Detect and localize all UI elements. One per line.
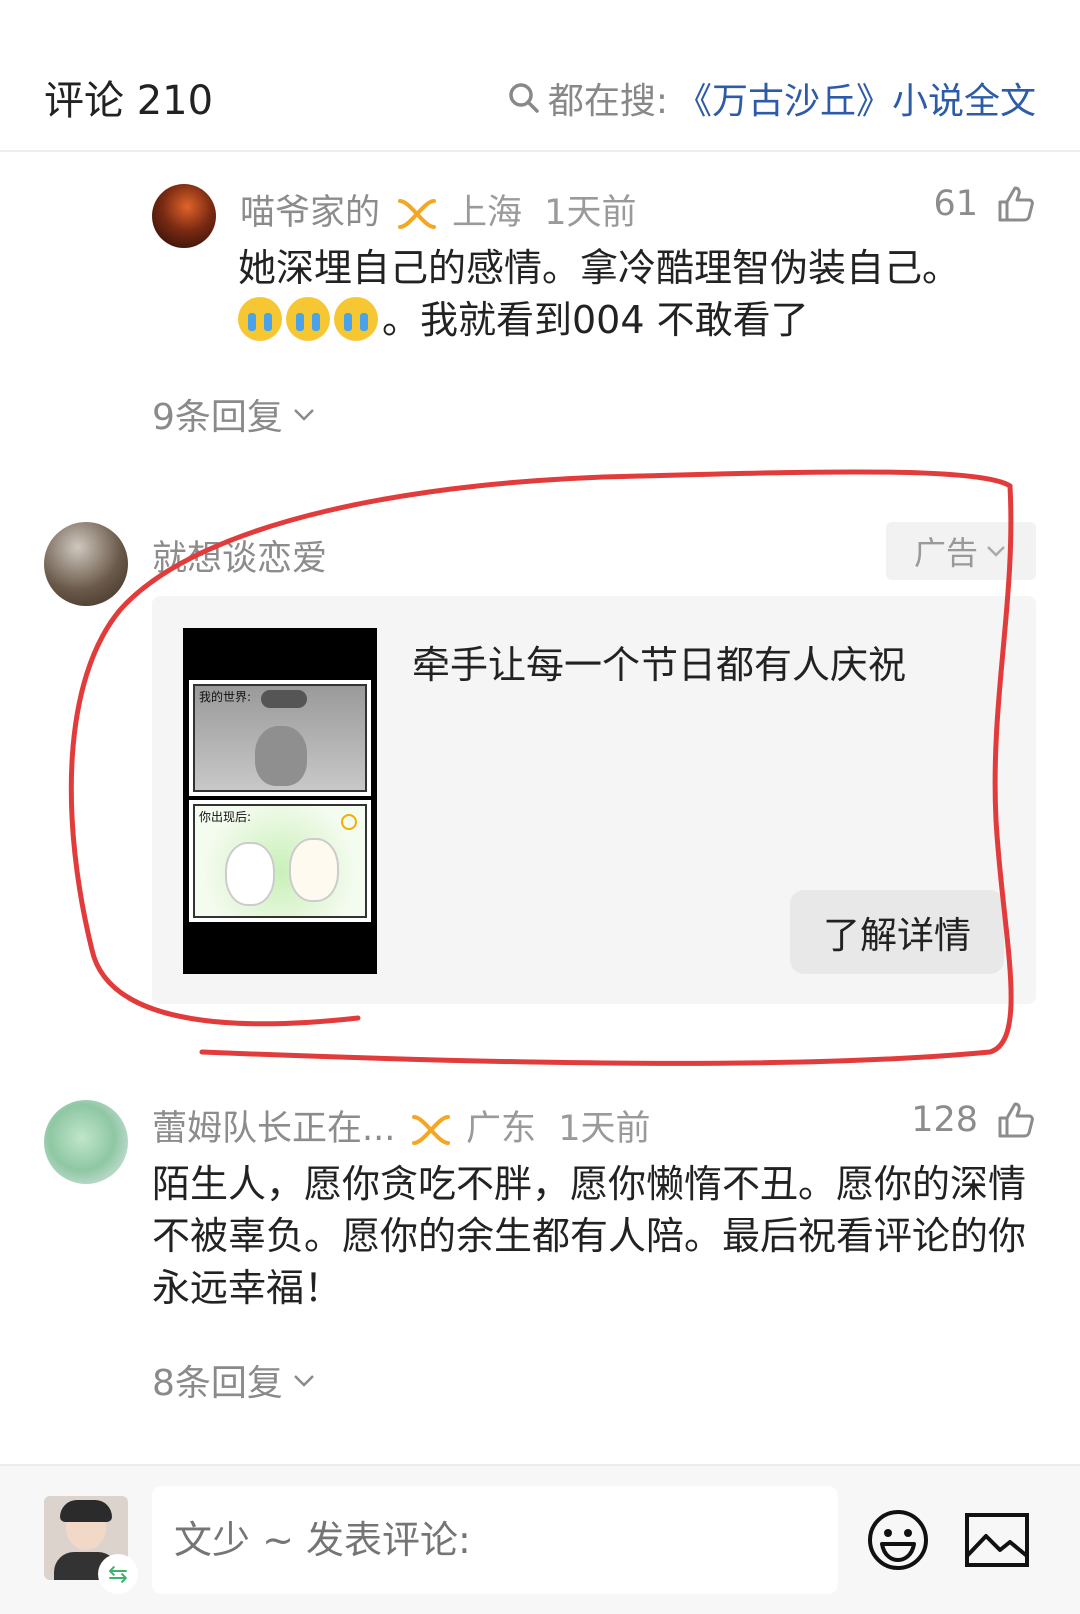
like-count: 128	[911, 1100, 978, 1140]
ad-title[interactable]: 牵手让每一个节日都有人庆祝	[412, 634, 906, 689]
vip-badge-icon	[412, 1115, 450, 1145]
vip-badge-icon	[398, 199, 436, 229]
comment-location: 广东	[466, 1109, 537, 1149]
ad-badge-label: 广告	[913, 534, 978, 572]
learn-more-button[interactable]: 了解详情	[790, 890, 1004, 974]
comment-username[interactable]: 蕾姆队长正在...	[152, 1100, 395, 1151]
crying-emoji-icon	[334, 297, 378, 341]
comic-panel-rain: 我的世界:	[189, 680, 371, 796]
ad-badge[interactable]: 广告	[886, 522, 1036, 580]
ad-username[interactable]: 就想谈恋爱	[152, 530, 327, 581]
comments-title: 评论 210	[44, 78, 214, 124]
chevron-down-icon	[294, 1375, 314, 1387]
comment-text: 陌生人，愿你贪吃不胖，愿你懒惰不丑。愿你的深情不被辜负。愿你的余生都有人陪。最后…	[152, 1162, 1027, 1310]
ad-image[interactable]: 我的世界: 你出现后:	[183, 628, 377, 974]
replies-count: 8条回复	[152, 1363, 283, 1404]
comment-location: 上海	[452, 193, 523, 233]
image-icon[interactable]	[964, 1512, 1030, 1568]
avatar[interactable]	[44, 522, 128, 606]
emoji-icon[interactable]	[866, 1508, 930, 1572]
hot-search[interactable]: 都在搜: 《万古沙丘》小说全文	[506, 72, 1036, 124]
comment-text-line: 。我就看到004 不敢看了	[238, 294, 1038, 346]
like-button[interactable]: 61	[933, 184, 1036, 224]
search-icon	[509, 83, 539, 113]
swap-account-icon[interactable]: ⇆	[98, 1554, 138, 1594]
comment-time: 1天前	[558, 1109, 651, 1149]
view-replies-button[interactable]: 8条回复	[152, 1354, 317, 1406]
chevron-down-icon	[987, 546, 1005, 557]
like-count: 61	[933, 184, 978, 224]
cat-icon	[225, 842, 275, 906]
avatar[interactable]	[44, 1100, 128, 1184]
like-button[interactable]: 128	[911, 1100, 1036, 1140]
chevron-down-icon	[294, 409, 314, 421]
hot-search-prefix: 都在搜:	[547, 81, 668, 122]
comment-input[interactable]	[152, 1486, 838, 1594]
comments-header: 评论 210 都在搜: 《万古沙丘》小说全文	[0, 0, 1080, 152]
panel-caption: 我的世界:	[199, 690, 252, 704]
thumbs-up-icon	[998, 186, 1034, 222]
comment-text-tail: 。我就看到004 不敢看了	[382, 298, 809, 342]
comment-meta: 广东 1天前	[400, 1100, 651, 1151]
comment-meta: 上海 1天前	[386, 184, 637, 235]
cat-icon	[255, 726, 307, 786]
cat-icon	[289, 838, 339, 902]
comment-text: 她深埋自己的感情。拿冷酷理智伪装自己。 。我就看到004 不敢看了	[238, 242, 1038, 346]
crying-emoji-icon	[238, 297, 282, 341]
hot-search-term[interactable]: 《万古沙丘》小说全文	[676, 72, 1036, 124]
comment-username[interactable]: 喵爷家的	[240, 184, 380, 235]
replies-count: 9条回复	[152, 397, 283, 438]
comic-panel-happy: 你出现后:	[189, 800, 371, 922]
sun-icon	[341, 814, 357, 830]
comment-text-line: 她深埋自己的感情。拿冷酷理智伪装自己。	[238, 246, 961, 290]
comment-time: 1天前	[544, 193, 637, 233]
thumbs-up-icon	[998, 1102, 1034, 1138]
panel-caption: 你出现后:	[199, 810, 252, 824]
avatar[interactable]	[152, 184, 216, 248]
view-replies-button[interactable]: 9条回复	[152, 388, 317, 440]
cloud-icon	[261, 690, 307, 708]
crying-emoji-icon	[286, 297, 330, 341]
